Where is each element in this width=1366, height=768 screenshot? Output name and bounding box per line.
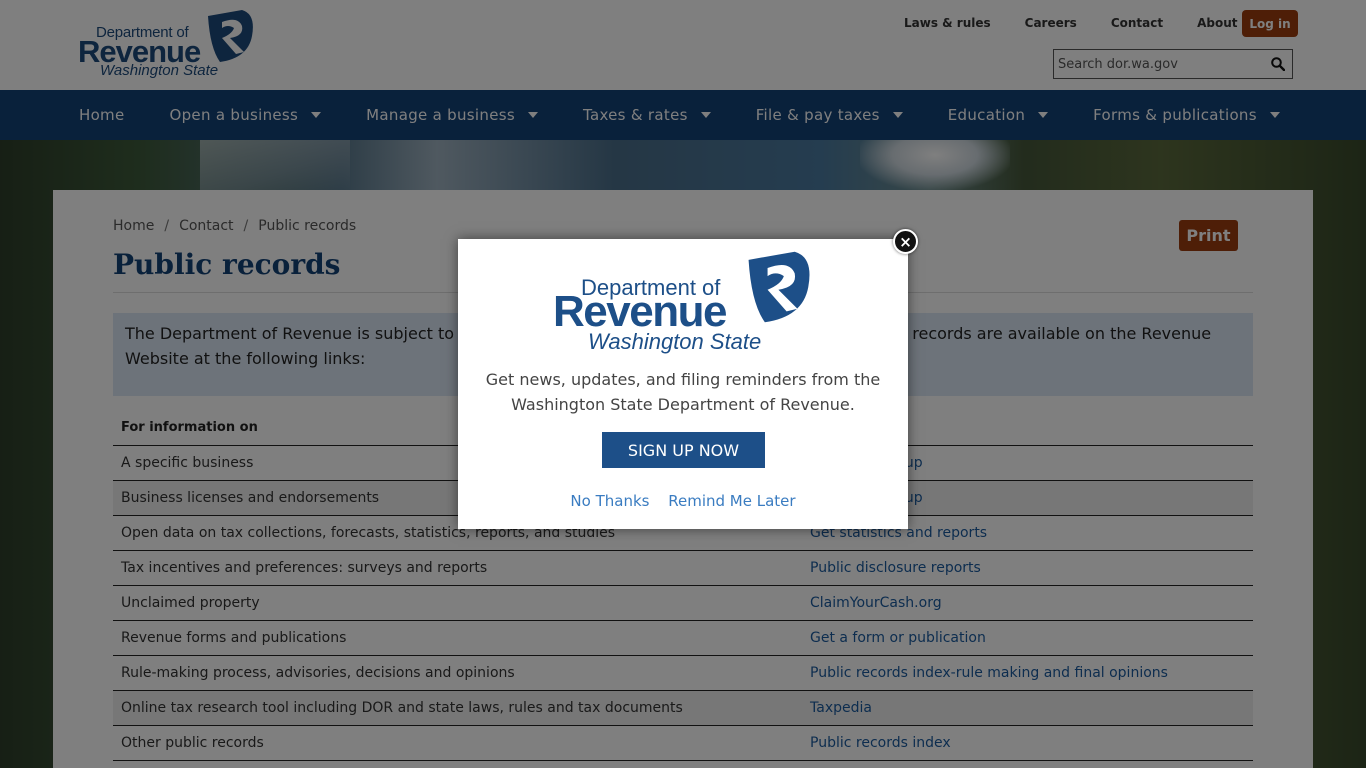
newsletter-signup-modal: Department of Revenue Washington State G… [458,239,908,529]
remind-me-later-link[interactable]: Remind Me Later [668,492,795,510]
modal-secondary-links: No Thanks Remind Me Later [458,492,908,510]
modal-dor-logo: Department of Revenue Washington State [553,249,813,357]
sign-up-now-button[interactable]: SIGN UP NOW [602,432,765,468]
logo-mark-icon [748,251,810,323]
close-icon[interactable]: × [893,229,918,254]
no-thanks-link[interactable]: No Thanks [570,492,649,510]
modal-message: Get news, updates, and filing reminders … [485,370,881,414]
modal-logo-line-3: Washington State [588,329,762,354]
